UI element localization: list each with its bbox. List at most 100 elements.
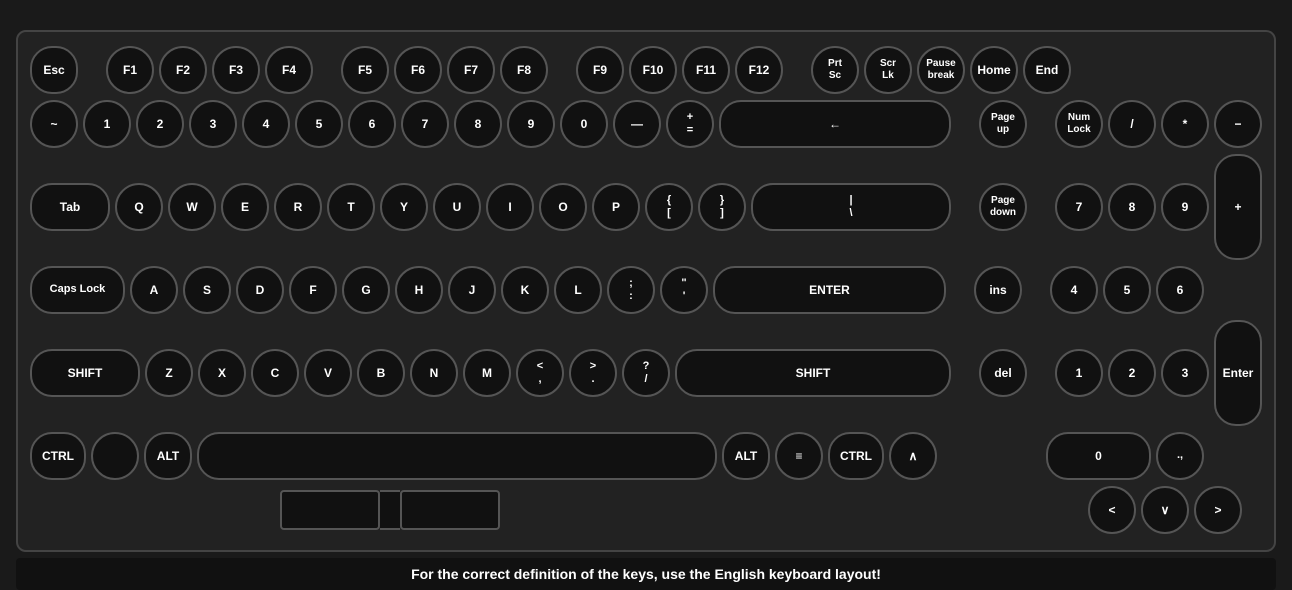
key-np2[interactable]: 2 — [1108, 349, 1156, 397]
key-ralt[interactable]: ALT — [722, 432, 770, 480]
key-j[interactable]: J — [448, 266, 496, 314]
key-quote[interactable]: "' — [660, 266, 708, 314]
key-np3[interactable]: 3 — [1161, 349, 1209, 397]
key-d[interactable]: D — [236, 266, 284, 314]
key-c[interactable]: C — [251, 349, 299, 397]
key-ins[interactable]: ins — [974, 266, 1022, 314]
key-del[interactable]: del — [979, 349, 1027, 397]
key-np7[interactable]: 7 — [1055, 183, 1103, 231]
key-i[interactable]: I — [486, 183, 534, 231]
key-backslash[interactable]: |\ — [751, 183, 951, 231]
key-p[interactable]: P — [592, 183, 640, 231]
key-5[interactable]: 5 — [295, 100, 343, 148]
key-semicolon[interactable]: ;: — [607, 266, 655, 314]
key-w[interactable]: W — [168, 183, 216, 231]
key-menu[interactable]: ≡ — [775, 432, 823, 480]
key-npmul[interactable]: * — [1161, 100, 1209, 148]
key-npenter[interactable]: Enter — [1214, 320, 1262, 426]
key-numlk[interactable]: NumLock — [1055, 100, 1103, 148]
key-np6[interactable]: 6 — [1156, 266, 1204, 314]
key-fn[interactable]: ∧ — [889, 432, 937, 480]
key-6[interactable]: 6 — [348, 100, 396, 148]
key-3[interactable]: 3 — [189, 100, 237, 148]
key-f6[interactable]: F6 — [394, 46, 442, 94]
key-f12[interactable]: F12 — [735, 46, 783, 94]
key-a[interactable]: A — [130, 266, 178, 314]
key-rshift[interactable]: SHIFT — [675, 349, 951, 397]
key-7[interactable]: 7 — [401, 100, 449, 148]
key-9[interactable]: 9 — [507, 100, 555, 148]
key-pause[interactable]: Pausebreak — [917, 46, 965, 94]
key-t[interactable]: T — [327, 183, 375, 231]
key-v[interactable]: V — [304, 349, 352, 397]
key-rctrl[interactable]: CTRL — [828, 432, 884, 480]
key-f4[interactable]: F4 — [265, 46, 313, 94]
key-f[interactable]: F — [289, 266, 337, 314]
key-slash[interactable]: ?/ — [622, 349, 670, 397]
key-4[interactable]: 4 — [242, 100, 290, 148]
key-np0[interactable]: 0 — [1046, 432, 1151, 480]
touchpad-center[interactable] — [380, 490, 400, 530]
key-l[interactable]: L — [554, 266, 602, 314]
key-np4[interactable]: 4 — [1050, 266, 1098, 314]
key-g[interactable]: G — [342, 266, 390, 314]
key-f3[interactable]: F3 — [212, 46, 260, 94]
key-h[interactable]: H — [395, 266, 443, 314]
key-capslock[interactable]: Caps Lock — [30, 266, 125, 314]
key-np5[interactable]: 5 — [1103, 266, 1151, 314]
key-lalt[interactable]: ALT — [144, 432, 192, 480]
key-np1[interactable]: 1 — [1055, 349, 1103, 397]
key-arrow-left[interactable]: < — [1088, 486, 1136, 534]
touchpad-right-button[interactable] — [400, 490, 500, 530]
key-q[interactable]: Q — [115, 183, 163, 231]
key-z[interactable]: Z — [145, 349, 193, 397]
key-0[interactable]: 0 — [560, 100, 608, 148]
key-o[interactable]: O — [539, 183, 587, 231]
key-k[interactable]: K — [501, 266, 549, 314]
key-arrow-down[interactable]: ∨ — [1141, 486, 1189, 534]
key-m[interactable]: M — [463, 349, 511, 397]
key-f5[interactable]: F5 — [341, 46, 389, 94]
key-8[interactable]: 8 — [454, 100, 502, 148]
key-f1[interactable]: F1 — [106, 46, 154, 94]
key-npdiv[interactable]: / — [1108, 100, 1156, 148]
key-arrow-right[interactable]: > — [1194, 486, 1242, 534]
key-minus[interactable]: — — [613, 100, 661, 148]
key-backspace[interactable]: ← — [719, 100, 951, 148]
key-2[interactable]: 2 — [136, 100, 184, 148]
key-f11[interactable]: F11 — [682, 46, 730, 94]
key-y[interactable]: Y — [380, 183, 428, 231]
key-s[interactable]: S — [183, 266, 231, 314]
key-1[interactable]: 1 — [83, 100, 131, 148]
key-period[interactable]: >. — [569, 349, 617, 397]
key-f10[interactable]: F10 — [629, 46, 677, 94]
key-esc[interactable]: Esc — [30, 46, 78, 94]
key-tilde[interactable]: ~ — [30, 100, 78, 148]
key-enter[interactable]: ENTER — [713, 266, 946, 314]
key-npdot[interactable]: ., — [1156, 432, 1204, 480]
key-u[interactable]: U — [433, 183, 481, 231]
key-np8[interactable]: 8 — [1108, 183, 1156, 231]
key-e[interactable]: E — [221, 183, 269, 231]
key-n[interactable]: N — [410, 349, 458, 397]
key-lshift[interactable]: SHIFT — [30, 349, 140, 397]
key-scrlk[interactable]: ScrLk — [864, 46, 912, 94]
key-r[interactable]: R — [274, 183, 322, 231]
key-f7[interactable]: F7 — [447, 46, 495, 94]
key-f8[interactable]: F8 — [500, 46, 548, 94]
key-tab[interactable]: Tab — [30, 183, 110, 231]
key-pageup[interactable]: Pageup — [979, 100, 1027, 148]
touchpad-left-button[interactable] — [280, 490, 380, 530]
key-lwin[interactable] — [91, 432, 139, 480]
key-f9[interactable]: F9 — [576, 46, 624, 94]
key-space[interactable] — [197, 432, 717, 480]
key-comma[interactable]: <, — [516, 349, 564, 397]
key-plus[interactable]: += — [666, 100, 714, 148]
key-rbracket[interactable]: }] — [698, 183, 746, 231]
key-np9[interactable]: 9 — [1161, 183, 1209, 231]
key-npadd[interactable]: + — [1214, 154, 1262, 260]
key-npsub[interactable]: − — [1214, 100, 1262, 148]
key-lbracket[interactable]: {[ — [645, 183, 693, 231]
key-home[interactable]: Home — [970, 46, 1018, 94]
key-prtsc[interactable]: PrtSc — [811, 46, 859, 94]
